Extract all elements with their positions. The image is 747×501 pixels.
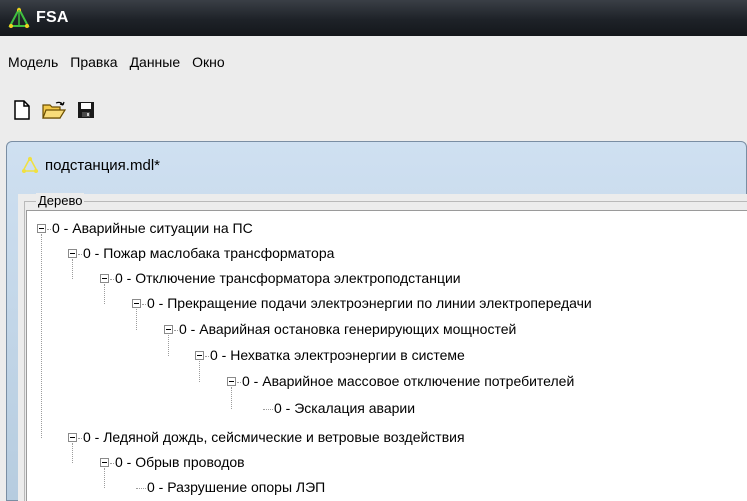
model-doc-icon	[21, 156, 39, 173]
tree-expander-icon[interactable]	[227, 377, 236, 386]
tree-expander-icon[interactable]	[68, 249, 77, 258]
new-file-icon	[14, 100, 30, 120]
tree-connector-line	[78, 254, 82, 255]
tree-connector-line	[72, 443, 73, 463]
tree-connector-line	[231, 387, 232, 409]
tree-connector-line	[104, 468, 105, 488]
menu-model[interactable]: Модель	[6, 52, 60, 72]
tree-node-label[interactable]: 0 - Прекращение подачи электроэнергии по…	[147, 295, 592, 311]
tree-expander-icon[interactable]	[164, 325, 173, 334]
tree-node-label[interactable]: 0 - Отключение трансформатора электропод…	[115, 270, 461, 286]
document-title: подстанция.mdl*	[45, 156, 160, 174]
tree-connector-line	[47, 229, 51, 230]
tree-connector-line	[72, 259, 73, 279]
tree-node-label[interactable]: 0 - Обрыв проводов	[115, 454, 245, 470]
tree-connector-line	[168, 335, 169, 356]
tree-connector-line	[263, 409, 273, 410]
tree-connector-line	[104, 284, 105, 304]
menu-bar: Модель Правка Данные Окно	[0, 36, 747, 88]
tree-expander-icon[interactable]	[37, 224, 46, 233]
tree-node-label[interactable]: 0 - Аварийная остановка генерирующих мощ…	[179, 321, 516, 337]
title-bar: FSA	[0, 0, 747, 36]
document-title-bar: подстанция.mdl*	[21, 156, 160, 174]
save-disk-icon	[78, 102, 94, 118]
tree-connector-line	[41, 234, 42, 438]
tree-expander-icon[interactable]	[68, 433, 77, 442]
tree-expander-icon[interactable]	[132, 299, 141, 308]
tree-connector-line	[110, 463, 114, 464]
open-file-button[interactable]	[42, 98, 66, 122]
new-file-button[interactable]	[10, 98, 34, 122]
tree-node-label[interactable]: 0 - Эскалация аварии	[274, 400, 415, 416]
fsa-app-icon	[8, 7, 30, 28]
tree-view[interactable]: 0 - Аварийные ситуации на ПС 0 - Пожар ма…	[26, 210, 747, 501]
menu-window[interactable]: Окно	[190, 52, 227, 72]
tree-expander-icon[interactable]	[100, 458, 109, 467]
tree-connector-line	[205, 356, 209, 357]
tree-node-label[interactable]: 0 - Ледяной дождь, сейсмические и ветров…	[83, 429, 465, 445]
tree-expander-icon[interactable]	[100, 274, 109, 283]
tree-connector-line	[174, 330, 178, 331]
tree-expander-icon[interactable]	[195, 351, 204, 360]
tree-connector-line	[136, 488, 146, 489]
menu-edit[interactable]: Правка	[68, 52, 119, 72]
tree-node-label[interactable]: 0 - Разрушение опоры ЛЭП	[147, 479, 325, 495]
tree-connector-line	[237, 382, 241, 383]
tree-connector-line	[78, 438, 82, 439]
open-folder-icon	[42, 101, 66, 119]
tree-node-label[interactable]: 0 - Пожар маслобака трансформатора	[83, 245, 334, 261]
tree-group-label: Дерево	[36, 193, 85, 208]
save-button[interactable]	[74, 98, 98, 122]
toolbar	[0, 88, 747, 132]
tree-node-label[interactable]: 0 - Аварийное массовое отключение потреб…	[242, 373, 574, 389]
tree-connector-line	[142, 304, 146, 305]
window-title: FSA	[36, 9, 69, 26]
tree-node-label[interactable]: 0 - Аварийные ситуации на ПС	[52, 220, 253, 236]
tree-connector-line	[199, 361, 200, 382]
tree-connector-line	[136, 309, 137, 330]
menu-data[interactable]: Данные	[128, 52, 183, 72]
tree-connector-line	[110, 279, 114, 280]
tree-node-label[interactable]: 0 - Нехватка электроэнергии в системе	[210, 347, 465, 363]
